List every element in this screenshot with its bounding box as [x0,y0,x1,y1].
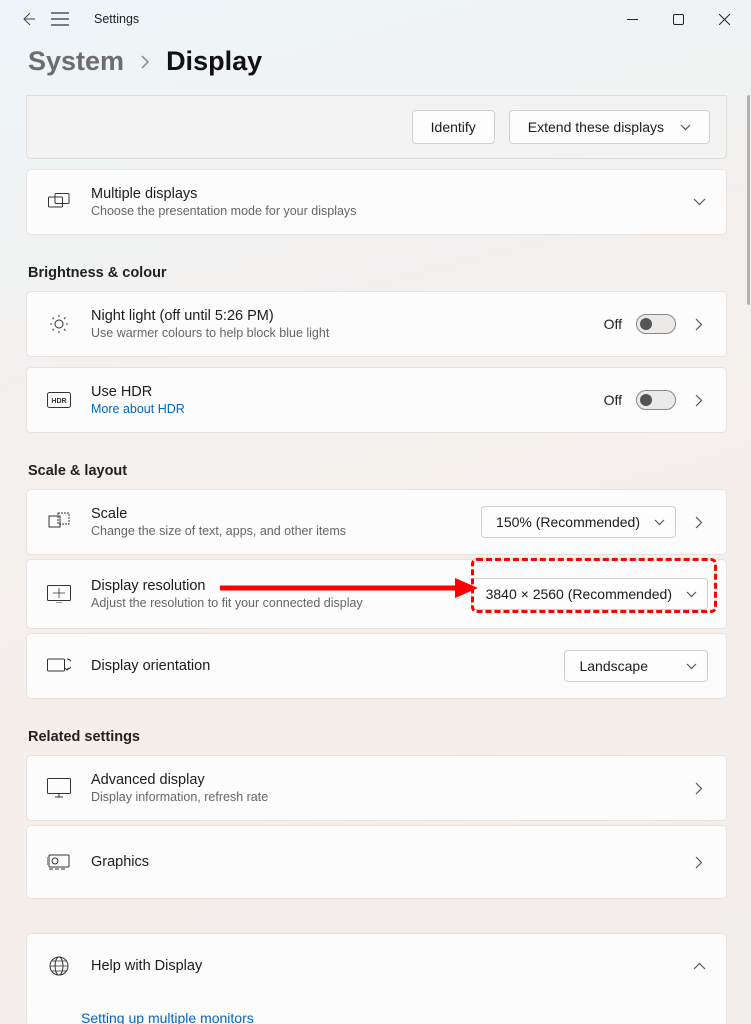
multiple-displays-sub: Choose the presentation mode for your di… [91,204,672,218]
extend-label: Extend these displays [528,119,664,135]
scale-dropdown[interactable]: 150% (Recommended) [481,506,676,538]
breadcrumb-current: Display [166,46,262,77]
night-light-toggle[interactable] [636,314,676,334]
hdr-card[interactable]: HDR Use HDR More about HDR Off [26,367,727,433]
chevron-up-icon [690,957,708,975]
chevron-down-icon [680,124,691,131]
identify-button[interactable]: Identify [412,110,495,144]
advanced-display-card[interactable]: Advanced display Display information, re… [26,755,727,821]
chevron-right-icon [690,853,708,871]
window-title: Settings [94,12,139,26]
help-card[interactable]: Help with Display Setting up multiple mo… [26,933,727,1024]
related-section-header: Related settings [28,729,725,745]
scale-section-header: Scale & layout [28,463,725,479]
night-light-title: Night light (off until 5:26 PM) [91,308,586,324]
chevron-right-icon [690,779,708,797]
chevron-down-icon [690,193,708,211]
graphics-card[interactable]: Graphics [26,825,727,899]
orientation-icon [45,652,73,680]
svg-text:HDR: HDR [51,398,66,405]
breadcrumb: System Display [0,38,751,95]
orientation-dropdown[interactable]: Landscape [564,650,708,682]
close-button[interactable] [701,3,747,35]
multiple-displays-icon [45,188,73,216]
chevron-down-icon [654,519,665,526]
multiple-displays-title: Multiple displays [91,186,672,202]
resolution-icon [45,580,73,608]
window-controls [609,3,747,35]
scale-value: 150% (Recommended) [496,514,640,530]
hdr-title: Use HDR [91,384,586,400]
chevron-right-icon [140,55,150,69]
brightness-section-header: Brightness & colour [28,265,725,281]
titlebar: Settings [0,0,751,38]
hamburger-menu[interactable] [48,9,72,29]
orientation-value: Landscape [579,658,648,674]
scrollbar-thumb[interactable] [747,95,750,305]
chevron-right-icon[interactable] [690,391,708,409]
night-light-icon [45,310,73,338]
resolution-value: 3840 × 2560 (Recommended) [486,586,672,602]
scale-title: Scale [91,506,463,522]
night-light-sub: Use warmer colours to help block blue li… [91,326,586,340]
display-arrangement-card: Identify Extend these displays [26,95,727,159]
resolution-dropdown[interactable]: 3840 × 2560 (Recommended) [471,578,708,610]
chevron-right-icon[interactable] [690,513,708,531]
orientation-card[interactable]: Display orientation Landscape [26,633,727,699]
minimize-button[interactable] [609,3,655,35]
scale-card[interactable]: Scale Change the size of text, apps, and… [26,489,727,555]
advanced-display-sub: Display information, refresh rate [91,790,672,804]
night-light-status: Off [604,316,622,332]
chevron-down-icon [686,591,697,598]
hdr-link[interactable]: More about HDR [91,402,586,416]
advanced-display-title: Advanced display [91,772,672,788]
help-title: Help with Display [91,958,672,974]
scale-sub: Change the size of text, apps, and other… [91,524,463,538]
resolution-card[interactable]: Display resolution Adjust the resolution… [26,559,727,629]
scrollbar[interactable] [747,95,750,695]
resolution-sub: Adjust the resolution to fit your connec… [91,596,453,610]
multiple-displays-card[interactable]: Multiple displays Choose the presentatio… [26,169,727,235]
chevron-right-icon[interactable] [690,315,708,333]
monitor-icon [45,774,73,802]
maximize-button[interactable] [655,3,701,35]
identify-label: Identify [431,119,476,135]
graphics-icon [45,848,73,876]
globe-icon [45,952,73,980]
extend-displays-dropdown[interactable]: Extend these displays [509,110,710,144]
graphics-title: Graphics [91,854,672,870]
back-button[interactable] [18,9,38,29]
scale-icon [45,508,73,536]
resolution-title: Display resolution [91,578,453,594]
chevron-down-icon [686,663,697,670]
breadcrumb-parent[interactable]: System [28,46,124,77]
night-light-card[interactable]: Night light (off until 5:26 PM) Use warm… [26,291,727,357]
orientation-title: Display orientation [91,658,546,674]
help-link-monitors[interactable]: Setting up multiple monitors [27,998,726,1024]
hdr-icon: HDR [45,386,73,414]
hdr-status: Off [604,392,622,408]
hdr-toggle[interactable] [636,390,676,410]
